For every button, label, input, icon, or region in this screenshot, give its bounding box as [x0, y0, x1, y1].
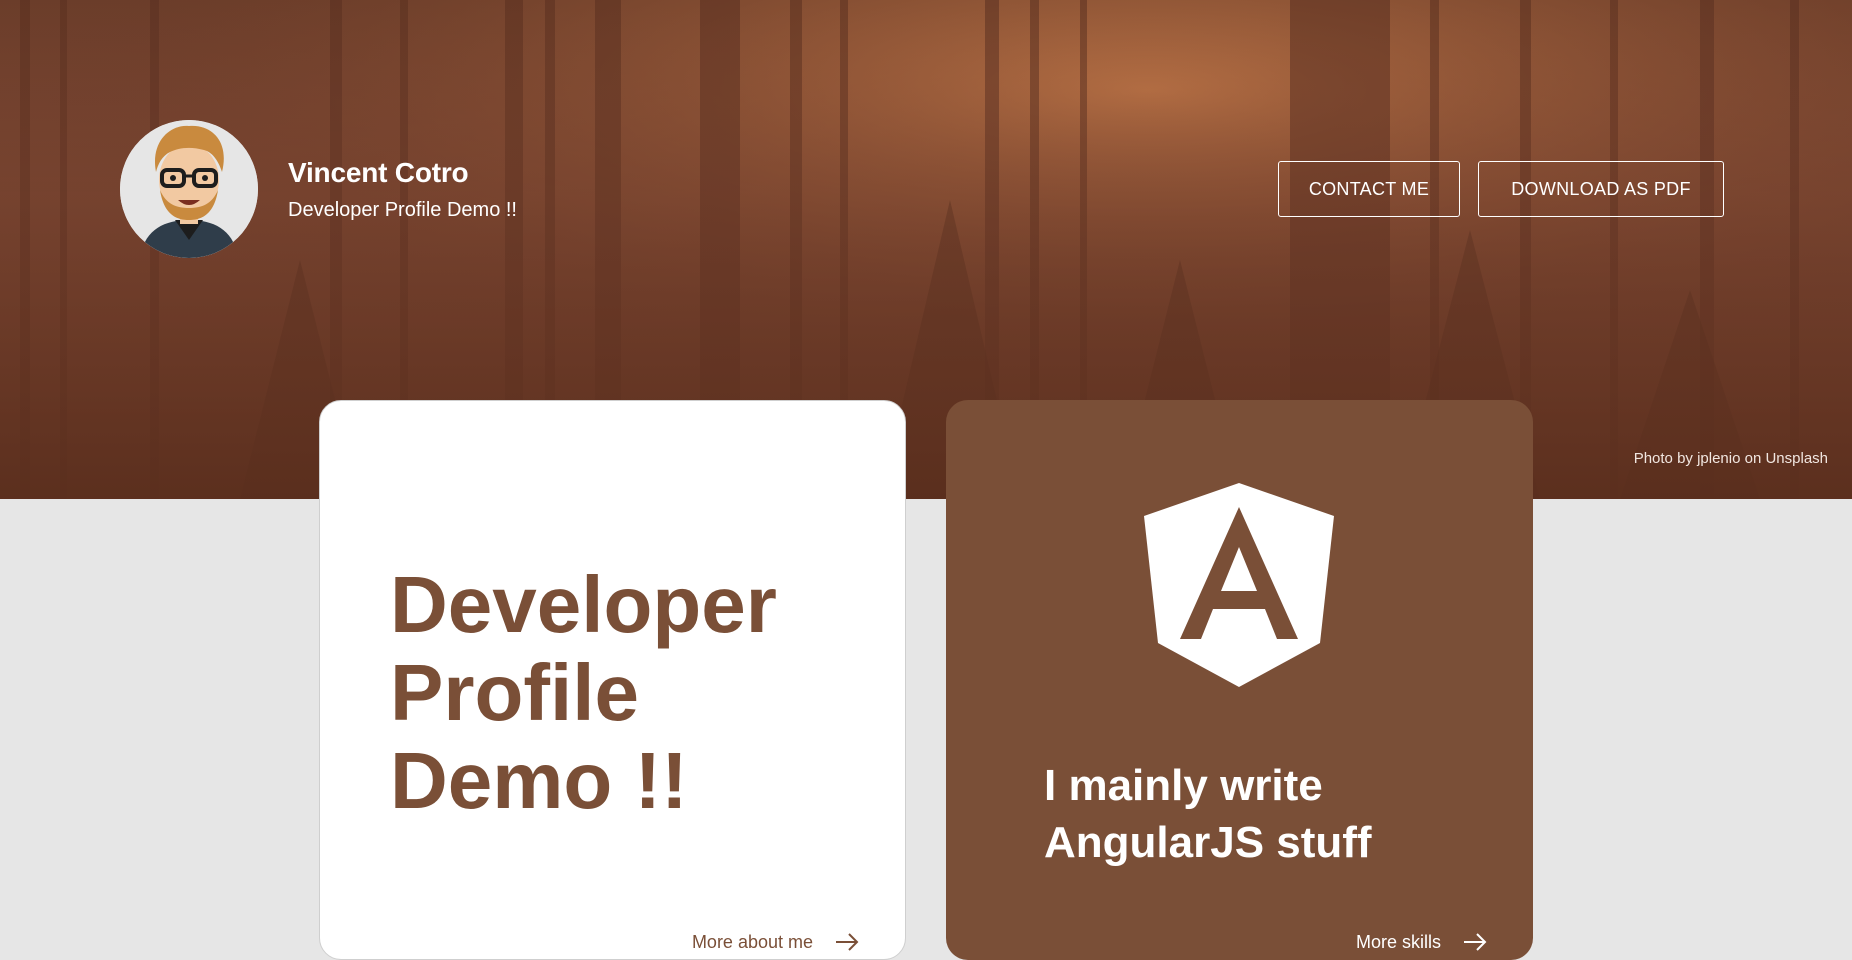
intro-title: Developer Profile Demo !! — [390, 560, 777, 825]
more-about-me-label: More about me — [691, 931, 813, 952]
intro-card: Developer Profile Demo !! More about me — [319, 400, 906, 960]
more-skills-label: More skills — [1355, 931, 1441, 952]
contact-me-button[interactable]: CONTACT ME — [1278, 161, 1460, 217]
hero-banner: Vincent Cotro Developer Profile Demo !! … — [0, 0, 1852, 499]
photo-credit: Photo by jplenio on Unsplash — [1633, 450, 1828, 467]
profile-name: Vincent Cotro — [288, 156, 469, 188]
avatar-illustration — [120, 120, 258, 258]
skills-text: I mainly write AngularJS stuff — [1044, 761, 1372, 867]
more-skills-link[interactable]: More skills — [1356, 924, 1487, 960]
avatar — [120, 120, 258, 258]
skills-card: I mainly write AngularJS stuff More skil… — [946, 400, 1533, 960]
profile-header: Vincent Cotro Developer Profile Demo !! — [120, 120, 517, 258]
more-about-me-link[interactable]: More about me — [692, 925, 859, 959]
arrow-right-icon — [836, 933, 859, 951]
profile-tagline: Developer Profile Demo !! — [288, 198, 517, 221]
angular-logo-icon — [1144, 483, 1334, 687]
arrow-right-icon — [1464, 933, 1487, 951]
download-pdf-button[interactable]: DOWNLOAD AS PDF — [1478, 161, 1724, 217]
profile-text: Vincent Cotro Developer Profile Demo !! — [288, 157, 517, 222]
